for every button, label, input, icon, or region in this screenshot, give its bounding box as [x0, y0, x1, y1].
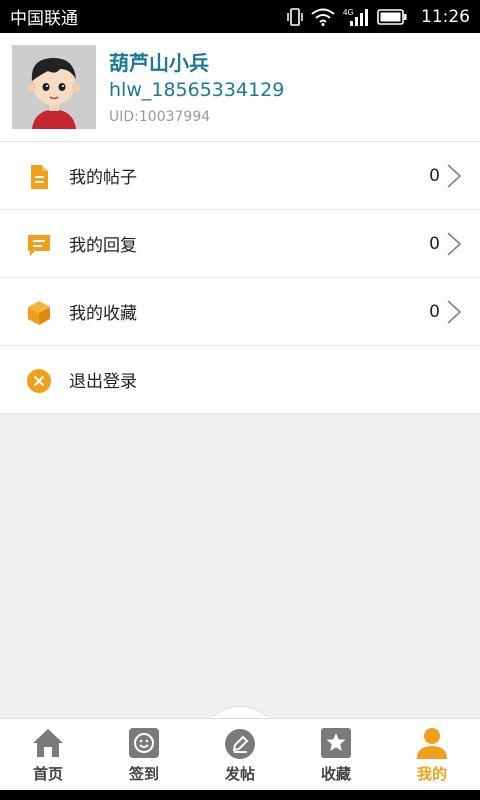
menu-list: 我的帖子 0 我的回复 0 我的收藏 0 退出登录 [0, 142, 480, 414]
nav-label: 收藏 [320, 765, 351, 783]
battery-icon [377, 8, 407, 25]
menu-item-my-favorites[interactable]: 我的收藏 0 [0, 278, 480, 346]
system-bottom-bar [0, 790, 480, 800]
profile-card[interactable]: 葫芦山小兵 hlw_18565334129 UID:10037994 [0, 33, 480, 142]
menu-item-label: 我的回复 [69, 236, 137, 256]
nav-label: 发帖 [224, 765, 255, 783]
nav-mine[interactable]: 我的 [384, 719, 480, 790]
profile-uid: UID:10037994 [109, 109, 211, 125]
nav-label: 我的 [416, 765, 447, 783]
signal-icon: 4G [343, 8, 368, 26]
menu-item-count: 0 [429, 301, 440, 322]
star-icon [321, 728, 351, 758]
status-bar: 中国联通 4G 11:26 [0, 0, 480, 33]
chevron-right-icon [447, 232, 462, 256]
box-icon [28, 301, 50, 325]
nav-label: 签到 [128, 765, 159, 783]
chevron-right-icon [447, 164, 462, 188]
nav-home[interactable]: 首页 [0, 719, 96, 790]
menu-item-my-posts[interactable]: 我的帖子 0 [0, 142, 480, 210]
nav-favorites[interactable]: 收藏 [288, 719, 384, 790]
menu-item-label: 我的帖子 [69, 168, 137, 188]
menu-item-logout[interactable]: 退出登录 [0, 346, 480, 414]
wifi-icon [311, 8, 335, 26]
nav-label: 首页 [32, 765, 63, 783]
document-icon [31, 165, 48, 189]
status-icons: 4G 11:26 [287, 7, 470, 27]
menu-item-my-replies[interactable]: 我的回复 0 [0, 210, 480, 278]
menu-item-count: 0 [429, 233, 440, 254]
reply-icon [28, 235, 50, 256]
checkin-icon [129, 728, 159, 758]
person-icon [417, 728, 447, 759]
home-icon [33, 729, 63, 757]
nav-checkin[interactable]: 签到 [96, 719, 192, 790]
nav-post[interactable]: 发帖 [192, 719, 288, 790]
network-type: 4G [343, 8, 354, 17]
menu-item-label: 退出登录 [69, 372, 137, 392]
carrier-name: 中国联通 [10, 9, 78, 29]
status-time: 11:26 [421, 6, 470, 27]
chevron-right-icon [447, 300, 462, 324]
close-circle-icon [27, 369, 51, 393]
menu-item-label: 我的收藏 [69, 304, 137, 324]
bottom-nav: 首页 签到 发帖 收藏 我的 [0, 718, 480, 790]
menu-item-count: 0 [429, 165, 440, 186]
profile-username: hlw_18565334129 [109, 79, 285, 101]
avatar-illustration [12, 45, 96, 129]
profile-nickname: 葫芦山小兵 [109, 51, 209, 75]
edit-icon [225, 729, 255, 759]
vibrate-icon [287, 7, 303, 26]
avatar[interactable] [12, 45, 96, 129]
